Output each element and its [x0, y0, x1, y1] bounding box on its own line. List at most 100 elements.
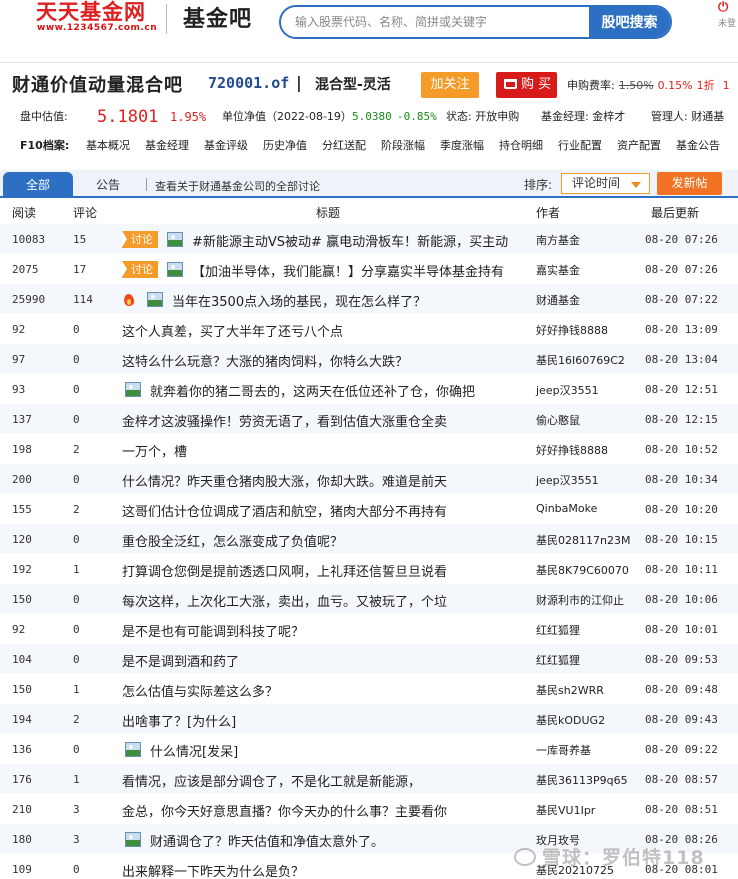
table-row[interactable]: 92 0 这个人真差，买了大半年了还亏八个点 好好挣钱8888 08-20 13:09	[0, 314, 738, 344]
post-title-text[interactable]: 这个人真差，买了大半年了还亏八个点	[122, 325, 343, 340]
post-title-text[interactable]: 每次这样，上次化工大涨，卖出，血亏。又被玩了，个垃	[122, 595, 447, 610]
post-title[interactable]: 财通调仓了？昨天估值和净值太意外了。	[122, 831, 527, 850]
post-title[interactable]: 就奔着你的猪二哥去的，这两天在低位还补了仓，你确把	[122, 381, 527, 400]
buy-button[interactable]: 购 买	[496, 72, 557, 98]
post-title[interactable]: 一万个，槽	[122, 441, 527, 460]
f10-link-dividend[interactable]: 分红送配	[322, 137, 366, 153]
table-row[interactable]: 136 0 什么情况[发呆] 一库哥养基 08-20 09:22	[0, 734, 738, 764]
post-title[interactable]: 是不是调到酒和药了	[122, 651, 527, 670]
search-button[interactable]: 股吧搜索	[589, 7, 670, 37]
post-title[interactable]: 金梓才这波骚操作！劳资无语了，看到估值大涨重仓全卖	[122, 411, 527, 430]
table-row[interactable]: 104 0 是不是调到酒和药了 红红狐狸 08-20 09:53	[0, 644, 738, 674]
table-row[interactable]: 194 2 出啥事了？[为什么] 基民kODUG2 08-20 09:43	[0, 704, 738, 734]
post-title-text[interactable]: 打算调仓您倒是提前透透口风啊，上礼拜还信誓旦旦说看	[122, 565, 447, 580]
company-discussion-link[interactable]: 查看关于财通基金公司的全部讨论	[155, 178, 320, 194]
f10-link-manager[interactable]: 基金经理	[145, 137, 189, 153]
post-title-text[interactable]: 怎么估值与实际差这么多？	[122, 685, 278, 700]
post-title-text[interactable]: 是不是调到酒和药了	[122, 655, 239, 670]
post-author[interactable]: 基民kODUG2	[536, 712, 605, 728]
post-author[interactable]: 红红狐狸	[536, 652, 580, 668]
f10-link-quarter[interactable]: 季度涨幅	[440, 137, 484, 153]
f10-link-history[interactable]: 历史净值	[263, 137, 307, 153]
f10-link-industry[interactable]: 行业配置	[558, 137, 602, 153]
post-author[interactable]: 财源利市的江仰止	[536, 592, 624, 608]
post-title-text[interactable]: 【加油半导体，我们能赢！】分享嘉实半导体基金持有	[192, 265, 504, 280]
post-title[interactable]: 出来解释一下昨天为什么是负？	[122, 861, 527, 879]
post-author[interactable]: 嘉实基金	[536, 262, 580, 278]
post-author[interactable]: 基民VU1Ipr	[536, 802, 595, 818]
post-title-text[interactable]: 看情况，应该是部分调仓了，不是化工就是新能源，	[122, 775, 421, 790]
table-row[interactable]: 2075 17 讨论 【加油半导体，我们能赢！】分享嘉实半导体基金持有 嘉实基金 08-2…	[0, 254, 738, 284]
table-row[interactable]: 192 1 打算调仓您倒是提前透透口风啊，上礼拜还信誓旦旦说看 基民8K79C6007…	[0, 554, 738, 584]
post-title-text[interactable]: 金梓才这波骚操作！劳资无语了，看到估值大涨重仓全卖	[122, 415, 447, 430]
post-author[interactable]: 基民36113P9q65	[536, 772, 628, 788]
post-author[interactable]: 基民16I60769C2	[536, 352, 625, 368]
post-title[interactable]: 重仓股全泛红，怎么涨变成了负值呢？	[122, 531, 527, 550]
fund-code[interactable]: 720001.of	[208, 74, 289, 92]
post-title[interactable]: 看情况，应该是部分调仓了，不是化工就是新能源，	[122, 771, 527, 790]
table-row[interactable]: 120 0 重仓股全泛红，怎么涨变成了负值呢？ 基民028117n23M 08-20 1…	[0, 524, 738, 554]
table-row[interactable]: 97 0 这特么什么玩意？大涨的猪肉饲料，你特么大跌？ 基民16I60769C2 08-…	[0, 344, 738, 374]
post-title[interactable]: 怎么估值与实际差这么多？	[122, 681, 527, 700]
post-author[interactable]: 基民8K79C60070	[536, 562, 629, 578]
post-title[interactable]: 出啥事了？[为什么]	[122, 711, 527, 730]
post-title[interactable]: 这特么什么玩意？大涨的猪肉饲料，你特么大跌？	[122, 351, 527, 370]
sort-select[interactable]: 评论时间	[561, 173, 650, 194]
post-author[interactable]: 红红狐狸	[536, 622, 580, 638]
post-author[interactable]: 好好挣钱8888	[536, 442, 608, 458]
f10-link-notices[interactable]: 基金公告	[676, 137, 720, 153]
tab-announcements[interactable]: 公告	[78, 172, 138, 198]
table-row[interactable]: 198 2 一万个，槽 好好挣钱8888 08-20 10:52	[0, 434, 738, 464]
post-author[interactable]: 一库哥养基	[536, 742, 591, 758]
post-author[interactable]: 基民sh2WRR	[536, 682, 604, 698]
table-row[interactable]: 137 0 金梓才这波骚操作！劳资无语了，看到估值大涨重仓全卖 偷心憨鼠 08-20 1…	[0, 404, 738, 434]
post-author[interactable]: QinbaMoke	[536, 502, 597, 515]
brand-title[interactable]: 基金吧	[183, 1, 252, 33]
f10-link-rating[interactable]: 基金评级	[204, 137, 248, 153]
tab-all[interactable]: 全部	[3, 172, 73, 198]
post-title-text[interactable]: 什么情况？昨天重仓猪肉股大涨，你却大跌。难道是前天	[122, 475, 447, 490]
post-title-text[interactable]: 就奔着你的猪二哥去的，这两天在低位还补了仓，你确把	[150, 385, 475, 400]
f10-link-stage[interactable]: 阶段涨幅	[381, 137, 425, 153]
post-author[interactable]: 偷心憨鼠	[536, 412, 580, 428]
post-author[interactable]: 好好挣钱8888	[536, 322, 608, 338]
post-title[interactable]: 每次这样，上次化工大涨，卖出，血亏。又被玩了，个垃	[122, 591, 527, 610]
fund-name[interactable]: 财通价值动量混合吧	[12, 71, 183, 97]
post-author[interactable]: 南方基金	[536, 232, 580, 248]
table-row[interactable]: 150 1 怎么估值与实际差这么多？ 基民sh2WRR 08-20 09:48	[0, 674, 738, 704]
post-title-text[interactable]: 这特么什么玩意？大涨的猪肉饲料，你特么大跌？	[122, 355, 408, 370]
f10-link-overview[interactable]: 基本概况	[86, 137, 130, 153]
post-title-text[interactable]: 什么情况[发呆]	[150, 745, 238, 760]
post-title-text[interactable]: 财通调仓了？昨天估值和净值太意外了。	[150, 835, 384, 850]
post-title[interactable]: 讨论 #新能源主动VS被动# 赢电动滑板车！新能源，买主动	[122, 231, 527, 250]
login-area[interactable]: ⏻ 未登	[718, 0, 738, 29]
table-row[interactable]: 150 0 每次这样，上次化工大涨，卖出，血亏。又被玩了，个垃 财源利市的江仰止 08-…	[0, 584, 738, 614]
post-title-text[interactable]: 是不是也有可能调到科技了呢？	[122, 625, 304, 640]
fund-admin[interactable]: 管理人: 财通基	[651, 104, 724, 130]
search-input[interactable]	[281, 7, 589, 37]
post-title[interactable]: 什么情况[发呆]	[122, 741, 527, 760]
f10-link-holdings[interactable]: 持仓明细	[499, 137, 543, 153]
table-row[interactable]: 210 3 金总，你今天好意思直播？你今天办的什么事？主要看你 基民VU1Ipr 08-…	[0, 794, 738, 824]
table-row[interactable]: 10083 15 讨论 #新能源主动VS被动# 赢电动滑板车！新能源，买主动 南方基金 0…	[0, 224, 738, 254]
post-title[interactable]: 这哥们估计仓位调成了酒店和航空，猪肉大部分不再持有	[122, 501, 527, 520]
post-title-text[interactable]: 金总，你今天好意思直播？你今天办的什么事？主要看你	[122, 805, 447, 820]
post-author[interactable]: 基民028117n23M	[536, 532, 630, 548]
new-post-button[interactable]: 发新帖	[657, 172, 722, 195]
table-row[interactable]: 92 0 是不是也有可能调到科技了呢？ 红红狐狸 08-20 10:01	[0, 614, 738, 644]
follow-button[interactable]: 加关注	[421, 72, 479, 98]
table-row[interactable]: 200 0 什么情况？昨天重仓猪肉股大涨，你却大跌。难道是前天 jeep汉3551 08…	[0, 464, 738, 494]
post-title-text[interactable]: 当年在3500点入场的基民，现在怎么样了？	[172, 295, 426, 310]
post-author[interactable]: jeep汉3551	[536, 472, 599, 488]
f10-link-assets[interactable]: 资产配置	[617, 137, 661, 153]
post-title[interactable]: 这个人真差，买了大半年了还亏八个点	[122, 321, 527, 340]
post-title[interactable]: 金总，你今天好意思直播？你今天办的什么事？主要看你	[122, 801, 527, 820]
table-row[interactable]: 176 1 看情况，应该是部分调仓了，不是化工就是新能源， 基民36113P9q65 0…	[0, 764, 738, 794]
post-title[interactable]: 当年在3500点入场的基民，现在怎么样了？	[122, 291, 527, 310]
table-row[interactable]: 155 2 这哥们估计仓位调成了酒店和航空，猪肉大部分不再持有 QinbaMoke 08…	[0, 494, 738, 524]
post-title[interactable]: 什么情况？昨天重仓猪肉股大涨，你却大跌。难道是前天	[122, 471, 527, 490]
fund-manager[interactable]: 基金经理: 金梓才	[541, 104, 625, 130]
site-logo[interactable]: 天天基金网 www.1234567.com.cn	[36, 0, 160, 36]
post-title[interactable]: 是不是也有可能调到科技了呢？	[122, 621, 527, 640]
post-author[interactable]: 财通基金	[536, 292, 580, 308]
